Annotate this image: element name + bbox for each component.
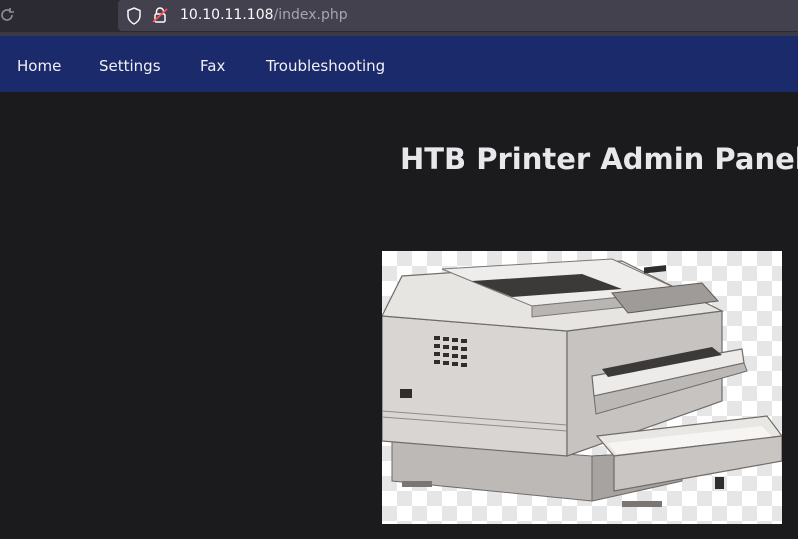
insecure-lock-icon[interactable] [152,6,168,24]
url-text[interactable]: 10.10.11.108/index.php [180,7,348,23]
nav-link-settings[interactable]: Settings [99,57,161,75]
url-host: 10.10.11.108 [180,7,274,23]
printer-icon [382,258,782,507]
nav-link-home[interactable]: Home [17,57,61,75]
reload-icon[interactable] [0,6,16,24]
nav-link-troubleshooting[interactable]: Troubleshooting [266,57,385,75]
url-path: /index.php [273,7,348,23]
nav-link-fax[interactable]: Fax [200,57,225,75]
page-title: HTB Printer Admin Panel [400,142,798,176]
printer-image [382,251,782,524]
shield-icon[interactable] [126,7,142,25]
site-navbar: Home Settings Fax Troubleshooting [0,36,798,92]
